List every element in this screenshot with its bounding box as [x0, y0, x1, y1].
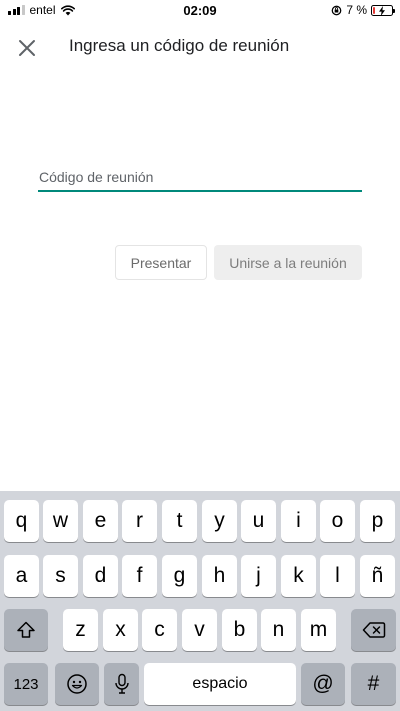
- emoji-icon: [67, 674, 87, 694]
- space-key[interactable]: espacio: [144, 663, 296, 705]
- key-o[interactable]: o: [320, 500, 355, 542]
- microphone-icon: [114, 673, 129, 694]
- join-meeting-button[interactable]: Unirse a la reunión: [214, 245, 362, 280]
- rotation-lock-icon: [331, 5, 342, 15]
- status-right: 7 %: [331, 3, 395, 17]
- key-b[interactable]: b: [222, 609, 257, 651]
- key-y[interactable]: y: [202, 500, 237, 542]
- battery-percent: 7 %: [346, 3, 367, 17]
- meeting-code-field[interactable]: [38, 166, 362, 192]
- key-m[interactable]: m: [301, 609, 336, 651]
- present-button[interactable]: Presentar: [115, 245, 207, 280]
- key-w[interactable]: w: [43, 500, 78, 542]
- key-a[interactable]: a: [4, 555, 39, 597]
- key-i[interactable]: i: [281, 500, 316, 542]
- key-j[interactable]: j: [241, 555, 276, 597]
- key-h[interactable]: h: [202, 555, 237, 597]
- key-f[interactable]: f: [122, 555, 157, 597]
- key-q[interactable]: q: [4, 500, 39, 542]
- close-button[interactable]: [16, 37, 38, 59]
- shift-icon: [17, 621, 35, 638]
- key-t[interactable]: t: [162, 500, 197, 542]
- shift-key[interactable]: [4, 609, 48, 651]
- meeting-code-input[interactable]: [38, 166, 362, 188]
- delete-key[interactable]: [351, 609, 396, 651]
- key-c[interactable]: c: [142, 609, 177, 651]
- key-x[interactable]: x: [103, 609, 138, 651]
- close-icon: [19, 40, 35, 56]
- key-u[interactable]: u: [241, 500, 276, 542]
- keyboard: q w e r t y u i o p a s d f g h j k l ñ …: [0, 491, 400, 711]
- key-n-tilde[interactable]: ñ: [360, 555, 395, 597]
- key-d[interactable]: d: [83, 555, 118, 597]
- key-p[interactable]: p: [360, 500, 395, 542]
- key-e[interactable]: e: [83, 500, 118, 542]
- key-n[interactable]: n: [261, 609, 296, 651]
- key-r[interactable]: r: [122, 500, 157, 542]
- key-k[interactable]: k: [281, 555, 316, 597]
- charging-bolt-icon: [379, 5, 385, 16]
- dictation-key[interactable]: [104, 663, 139, 705]
- key-v[interactable]: v: [182, 609, 217, 651]
- at-key[interactable]: @: [301, 663, 345, 705]
- status-bar: entel 02:09 7 %: [0, 0, 400, 22]
- backspace-icon: [362, 622, 385, 638]
- key-s[interactable]: s: [43, 555, 78, 597]
- key-l[interactable]: l: [320, 555, 355, 597]
- key-z[interactable]: z: [63, 609, 98, 651]
- numbers-key[interactable]: 123: [4, 663, 48, 705]
- hash-key[interactable]: #: [351, 663, 396, 705]
- battery-icon: [371, 4, 395, 16]
- emoji-key[interactable]: [55, 663, 99, 705]
- key-g[interactable]: g: [162, 555, 197, 597]
- battery-level: [373, 6, 375, 14]
- page-title: Ingresa un código de reunión: [69, 36, 290, 55]
